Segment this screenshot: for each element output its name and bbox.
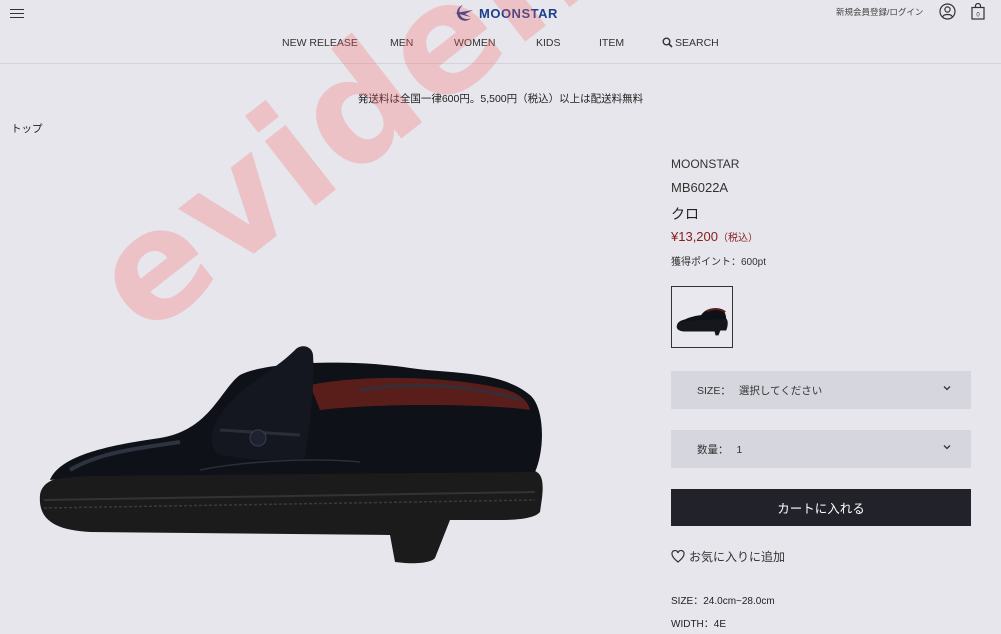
shopping-bag-icon[interactable]: 0 <box>971 3 985 20</box>
nav-search[interactable]: SEARCH <box>662 37 719 49</box>
nav-kids[interactable]: KIDS <box>536 37 561 49</box>
svg-text:0: 0 <box>976 13 980 19</box>
product-model: MB6022A <box>671 180 729 195</box>
shipping-notice: 発送料は全国一律600円。5,500円（税込）以上は配送料無料 <box>357 93 644 105</box>
nav-search-label: SEARCH <box>675 37 719 49</box>
site-header: MOONSTAR 新規会員登録/ログイン 0 NEW RELEASE MEN W… <box>0 0 1001 64</box>
tax-note: （税込） <box>718 233 758 244</box>
size-value: 選択してください <box>738 385 823 397</box>
spec-width: WIDTH：4E <box>671 619 726 630</box>
main-nav: NEW RELEASE MEN WOMEN KIDS ITEM SEARCH <box>0 37 1001 53</box>
quantity-label-text: 数量： <box>697 444 729 456</box>
product-image <box>39 346 543 564</box>
quantity-select[interactable]: 数量： 1 <box>671 430 971 468</box>
chevron-down-icon <box>943 445 951 450</box>
size-label-text: SIZE： <box>697 385 731 397</box>
thumbnail-shoe-image <box>676 308 728 336</box>
heart-icon <box>671 550 685 563</box>
favorite-label: お気に入りに追加 <box>689 550 786 564</box>
login-link[interactable]: 新規会員登録/ログイン <box>836 6 923 18</box>
color-thumbnail[interactable] <box>671 286 733 348</box>
price-value: ¥13,200 <box>671 229 718 244</box>
quantity-value: 1 <box>736 444 743 456</box>
logo-text: MOONSTAR <box>479 5 558 21</box>
product-price: ¥13,200（税込） <box>671 229 758 244</box>
nav-men[interactable]: MEN <box>390 37 413 49</box>
size-select-label: SIZE： 選択してください <box>697 383 822 398</box>
user-icon[interactable] <box>939 3 956 20</box>
add-to-favorites-link[interactable]: お気に入りに追加 <box>671 548 785 565</box>
chevron-down-icon <box>943 386 951 391</box>
nav-women[interactable]: WOMEN <box>454 37 495 49</box>
spec-size: SIZE：24.0cm~28.0cm <box>671 596 775 607</box>
nav-item[interactable]: ITEM <box>599 37 624 49</box>
product-brand: MOONSTAR <box>671 157 740 171</box>
search-icon <box>662 37 673 48</box>
add-to-cart-button[interactable]: カートに入れる <box>671 489 971 526</box>
product-points: 獲得ポイント：600pt <box>671 257 767 268</box>
breadcrumb-top[interactable]: トップ <box>11 121 43 136</box>
menu-icon[interactable] <box>10 6 24 20</box>
size-select[interactable]: SIZE： 選択してください <box>671 371 971 409</box>
nav-new-release[interactable]: NEW RELEASE <box>282 37 358 49</box>
product-color-name: クロ <box>671 206 699 222</box>
quantity-select-label: 数量： 1 <box>697 442 742 457</box>
moonstar-logo-icon <box>455 5 473 21</box>
site-logo[interactable]: MOONSTAR <box>451 3 558 23</box>
